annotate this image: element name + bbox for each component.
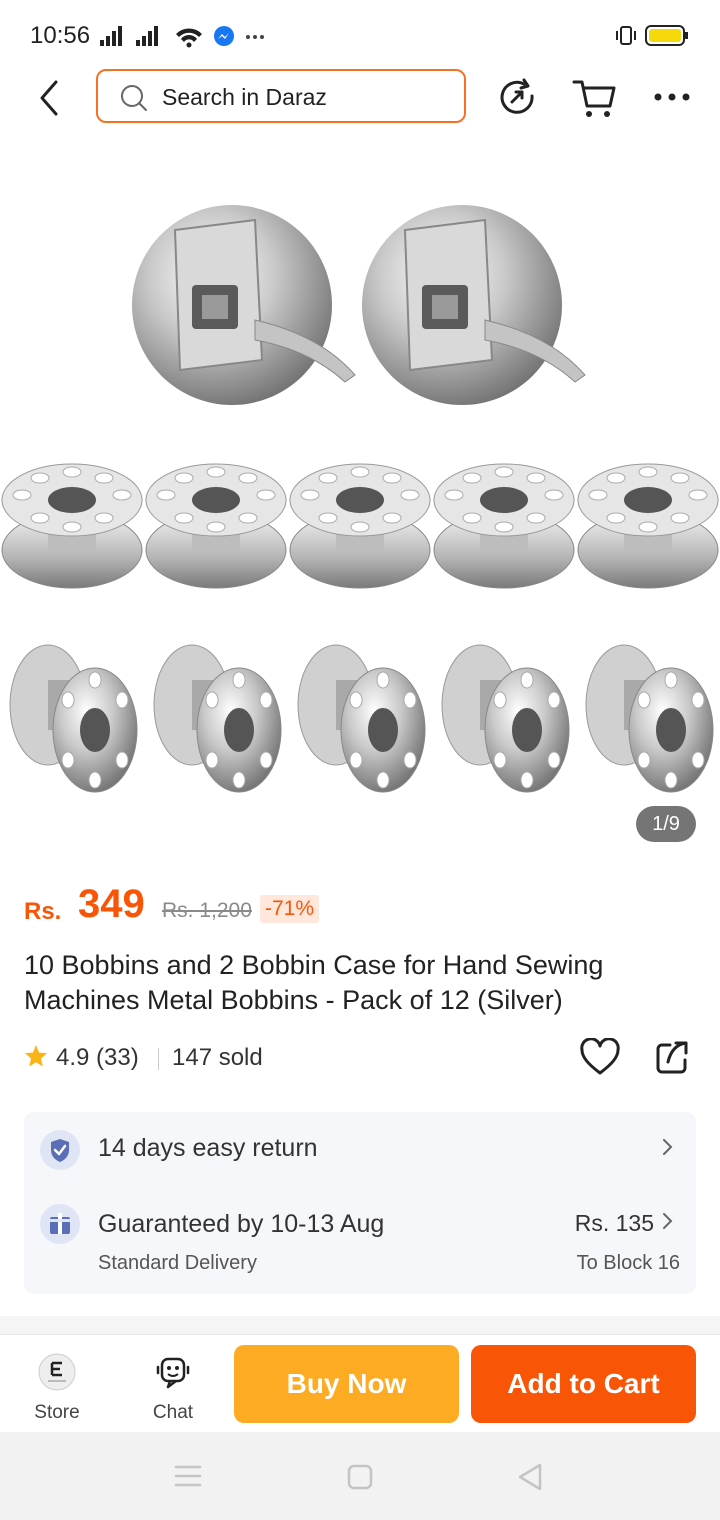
bobbins-image <box>1 205 719 793</box>
store-button[interactable]: Store <box>24 1353 90 1424</box>
chat-button[interactable]: Chat <box>140 1353 206 1424</box>
delivery-fee: Rs. 135 <box>574 1210 654 1236</box>
store-label: Store <box>34 1402 80 1423</box>
delivery-type: Standard Delivery <box>98 1252 257 1274</box>
home-icon[interactable] <box>346 1464 374 1490</box>
battery-vibrate-icons <box>616 25 688 46</box>
discount-badge: -71% <box>260 895 320 923</box>
service-card: 14 days easy return Guaranteed by 10-13 … <box>24 1112 696 1294</box>
divider <box>158 1048 159 1070</box>
shield-check-icon <box>40 1130 80 1170</box>
chat-label: Chat <box>152 1402 194 1423</box>
menu-icon[interactable] <box>174 1464 202 1488</box>
share-icon[interactable] <box>654 1040 690 1076</box>
chevron-right-icon[interactable] <box>662 1138 674 1156</box>
section-divider <box>0 1316 720 1334</box>
chat-icon <box>156 1357 190 1389</box>
delivery-guarantee[interactable]: Guaranteed by 10-13 Aug <box>98 1210 384 1239</box>
image-counter: 1/9 <box>636 806 696 842</box>
top-bar: Search in Daraz <box>0 60 720 140</box>
price-currency: Rs. <box>24 898 62 925</box>
rating-value: 4.9 (33) <box>56 1044 139 1071</box>
sold-count: 147 sold <box>172 1044 263 1071</box>
add-to-cart-button[interactable]: Add to Cart <box>471 1345 696 1423</box>
signal-wifi-icons <box>100 26 264 48</box>
chevron-right-icon[interactable] <box>662 1212 674 1230</box>
buy-now-button[interactable]: Buy Now <box>234 1345 459 1423</box>
back-nav-icon[interactable] <box>516 1462 544 1492</box>
return-policy[interactable]: 14 days easy return <box>98 1134 318 1163</box>
price-original: Rs. 1,200 <box>162 899 252 922</box>
search-placeholder: Search in Daraz <box>162 84 327 110</box>
heart-icon[interactable] <box>580 1038 620 1076</box>
store-logo-icon <box>38 1353 76 1391</box>
product-title: 10 Bobbins and 2 Bobbin Case for Hand Se… <box>24 950 604 1015</box>
search-input[interactable]: Search in Daraz <box>96 69 466 123</box>
bottom-action-bar: Store Chat Buy Now Add to Cart <box>0 1334 720 1433</box>
search-icon <box>121 85 147 111</box>
more-icon[interactable] <box>652 90 692 104</box>
price-current: 349 <box>78 882 145 926</box>
cart-icon[interactable] <box>572 78 618 120</box>
delivery-box-icon <box>40 1204 80 1244</box>
system-nav-bar <box>0 1432 720 1520</box>
status-time: 10:56 <box>30 22 91 49</box>
product-image[interactable] <box>0 150 720 850</box>
star-icon <box>25 1045 47 1067</box>
back-arrow-icon[interactable] <box>30 78 70 118</box>
delivery-location: To Block 16 <box>576 1252 680 1274</box>
history-icon[interactable] <box>498 78 538 118</box>
